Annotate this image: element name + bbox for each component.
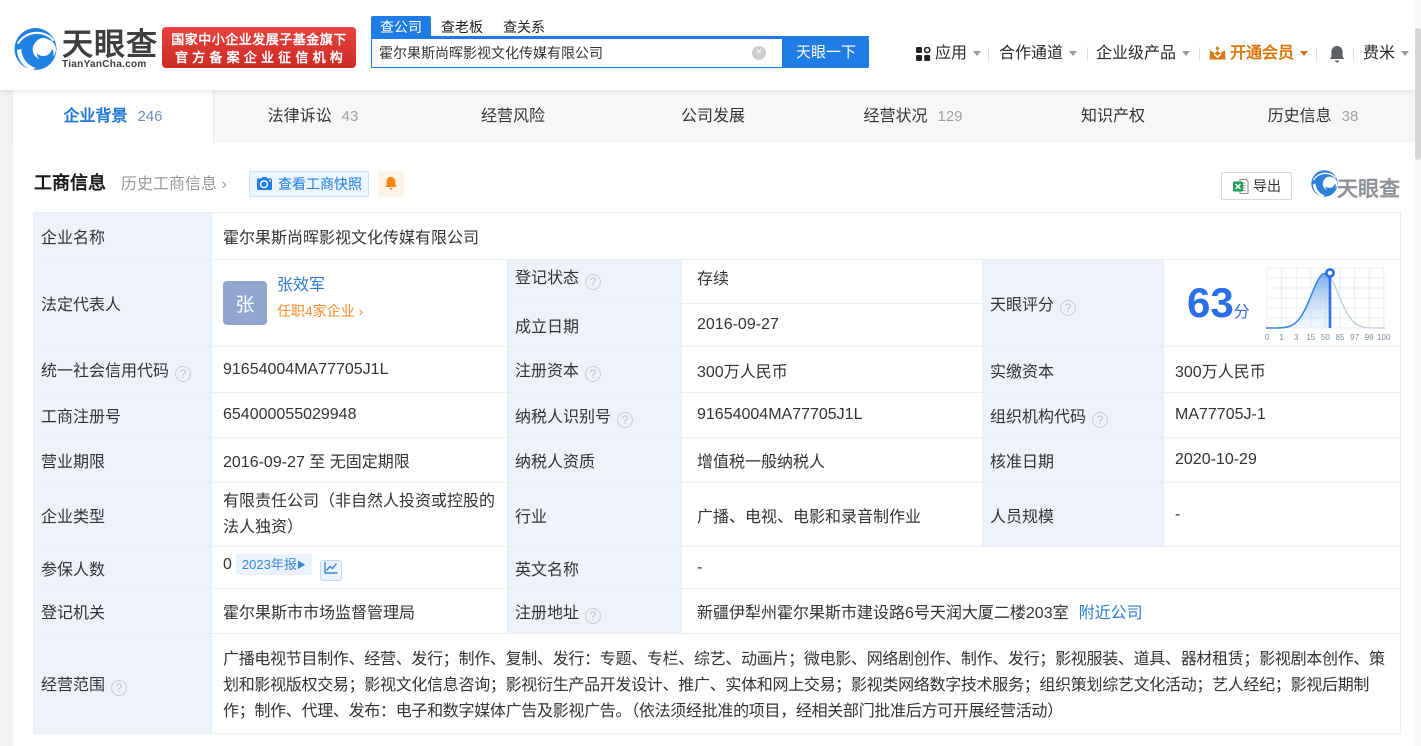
svg-text:15: 15 xyxy=(1306,333,1315,341)
svg-text:0: 0 xyxy=(1265,333,1270,341)
svg-text:97: 97 xyxy=(1350,333,1359,341)
svg-text:3: 3 xyxy=(1294,333,1299,341)
svg-text:1: 1 xyxy=(1279,333,1284,341)
svg-text:85: 85 xyxy=(1335,333,1344,341)
svg-text:100: 100 xyxy=(1377,333,1391,341)
svg-text:99: 99 xyxy=(1364,333,1373,341)
svg-text:50: 50 xyxy=(1321,333,1330,341)
